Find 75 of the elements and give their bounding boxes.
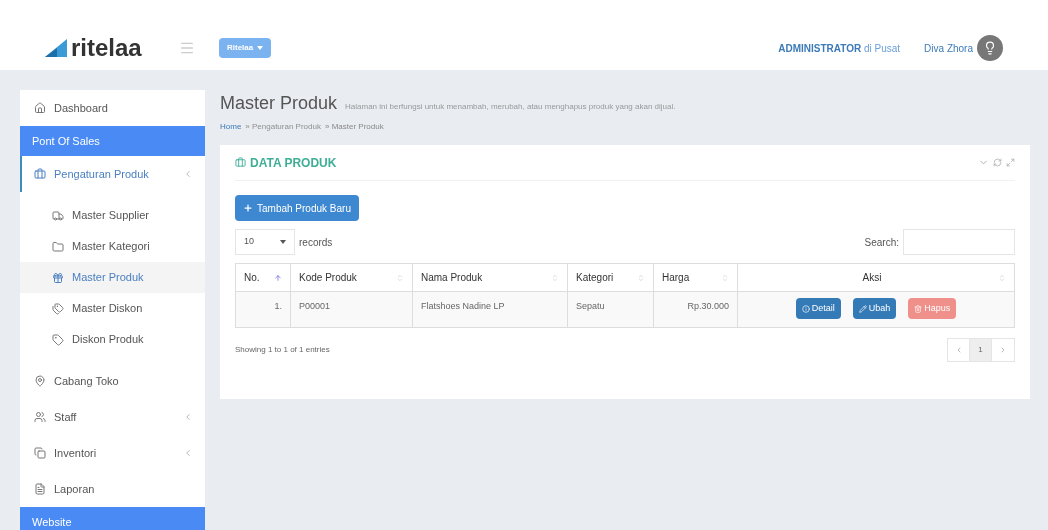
sidebar-section-header: Website [20,507,205,530]
edit-button[interactable]: Ubah [852,298,897,319]
briefcase-icon [34,168,46,180]
documents-icon [34,447,46,459]
sort-icon [721,273,729,282]
sidebar-item[interactable]: Dashboard [20,90,205,126]
detail-button[interactable]: Detail [795,298,841,319]
sidebar-item[interactable]: Pengaturan Produk [20,156,205,192]
search-field[interactable] [903,229,1015,255]
column-header[interactable]: Harga [653,263,738,292]
sidebar-section-header: Pont Of Sales [20,126,205,156]
plus-icon [243,203,253,213]
table-cell: Flatshoes Nadine LP [412,291,568,328]
sidebar-item[interactable]: Master Supplier [20,200,205,231]
sidebar-item[interactable]: Staff [20,399,205,435]
sidebar-item[interactable]: Cabang Toko [20,363,205,399]
page-subtitle: Halaman ini berfungsi untuk menambah, merubah, atau menghapus produk yang akan dijual. [345,101,676,113]
map-pin-icon [34,375,46,387]
table-cell: 1. [235,291,291,328]
sort-icon [396,273,404,282]
breadcrumb-item[interactable]: Home [220,121,242,133]
role-label: ADMINISTRATOR di Pusat [778,41,901,56]
pencil-icon [858,304,867,313]
logo-mark-icon [45,39,67,57]
briefcase-icon [235,157,246,168]
column-header[interactable]: Aksi [737,263,1015,292]
table-cell: P00001 [290,291,413,328]
home-icon [34,102,46,114]
expand-icon[interactable] [1006,158,1015,167]
menu-icon[interactable] [179,40,195,56]
user-name[interactable]: Diva Zhora [924,40,973,56]
search-label: Search: [864,235,899,250]
column-header[interactable]: No. [235,263,291,292]
folder-icon [52,240,64,253]
gift-icon [52,271,64,284]
chevron-icon [183,412,193,422]
lightbulb-icon [983,41,997,55]
table-cell: Sepatu [567,291,654,328]
sidebar-item[interactable]: Laporan [20,471,205,507]
truck-icon [52,209,64,222]
chevron-icon [183,448,193,458]
document-icon [34,483,46,495]
add-product-button[interactable]: Tambah Produk Baru [235,195,359,221]
user-avatar[interactable] [977,35,1003,61]
sort-icon [551,273,559,282]
sidebar-item[interactable]: Master Produk [20,262,205,293]
sidebar-item[interactable]: Master Kategori [20,231,205,262]
breadcrumb-item: » Master Produk [324,121,384,133]
sidebar-item[interactable]: Master Diskon [20,293,205,324]
info-icon [801,304,810,313]
column-header[interactable]: Kode Produk [290,263,413,292]
column-header[interactable]: Nama Produk [412,263,568,292]
page-button[interactable]: 1 [970,339,992,361]
entries-info: Showing 1 to 1 of 1 entries [235,344,331,356]
caret-icon [280,240,286,244]
sort-ascending-icon [274,273,282,282]
page-title: Master Produk [220,92,338,115]
logo-text: ritelaa [71,36,142,60]
card-title: DATA PRODUK [250,154,338,172]
page-size-select[interactable]: 10 [235,229,295,255]
tag-icon [52,333,64,346]
table-cell: Rp.30.000 [653,291,738,328]
caret-icon [257,46,264,50]
column-header[interactable]: Kategori [567,263,654,292]
trash-icon [914,304,923,313]
records-label: records [299,235,333,250]
sort-icon [637,273,645,282]
sort-icon [998,273,1006,282]
chevron-right-icon [999,346,1007,354]
sidebar-item[interactable]: Inventori [20,435,205,471]
users-icon [34,411,46,423]
tags-icon [52,302,64,315]
chevron-icon [183,169,193,179]
sidebar-item[interactable]: Diskon Produk [20,324,205,355]
refresh-icon[interactable] [993,158,1002,167]
